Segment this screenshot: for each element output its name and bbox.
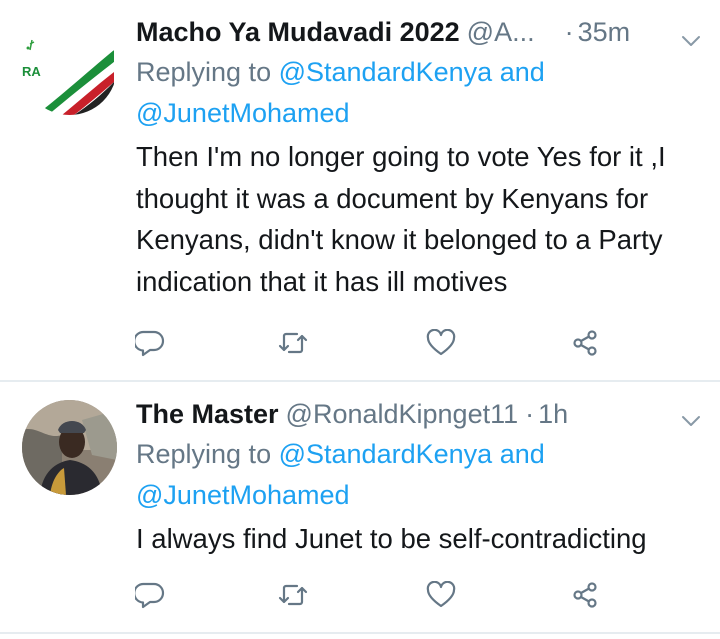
replying-to-label: Replying to: [136, 57, 272, 87]
share-icon[interactable]: [568, 578, 602, 612]
tweet[interactable]: The Master @RonaldKipnget11 · 1h Replyin…: [0, 382, 720, 632]
mention-link[interactable]: @JunetMohamed: [136, 480, 350, 510]
mention-link[interactable]: @StandardKenya: [279, 439, 493, 469]
tweet-text: I always find Junet to be self-contradic…: [136, 523, 647, 554]
retweet-icon[interactable]: [276, 578, 310, 612]
tweet-header: Macho Ya Mudavadi 2022 @A... · 35m: [136, 12, 706, 52]
timestamp[interactable]: 1h: [538, 394, 568, 434]
timestamp[interactable]: 35m: [578, 12, 631, 52]
chevron-down-icon[interactable]: [680, 30, 702, 52]
reply-icon[interactable]: [133, 326, 167, 360]
chevron-down-icon[interactable]: [680, 410, 702, 432]
svg-text:RA: RA: [22, 64, 41, 79]
display-name[interactable]: Macho Ya Mudavadi 2022: [136, 12, 460, 52]
tweet[interactable]: RA Macho Ya Mudavadi 2022 @A... · 35m Re…: [0, 0, 720, 380]
like-icon[interactable]: [424, 578, 458, 612]
tweet-actions: [0, 578, 720, 618]
reply-icon[interactable]: [133, 578, 167, 612]
avatar[interactable]: RA: [22, 20, 117, 115]
tweet-header: The Master @RonaldKipnget11 · 1h: [136, 394, 706, 434]
avatar[interactable]: [22, 400, 117, 495]
share-icon[interactable]: [568, 326, 602, 360]
replying-to-label: Replying to: [136, 439, 272, 469]
tweet-text: Then I'm no longer going to vote Yes for…: [136, 141, 666, 297]
user-handle[interactable]: @RonaldKipnget11: [286, 394, 519, 434]
retweet-icon[interactable]: [276, 326, 310, 360]
mention-link[interactable]: @StandardKenya: [279, 57, 493, 87]
separator-dot: ·: [564, 17, 574, 47]
user-handle[interactable]: @A...: [467, 12, 535, 52]
display-name[interactable]: The Master: [136, 394, 279, 434]
party-logo-icon: RA: [22, 20, 117, 115]
user-photo-icon: [22, 400, 117, 495]
mention-link[interactable]: @JunetMohamed: [136, 98, 350, 128]
replying-to: Replying to @StandardKenya and @JunetMoh…: [136, 52, 706, 134]
tweet-actions: [0, 326, 720, 366]
divider: [0, 632, 720, 634]
mention-and: and: [499, 57, 545, 87]
mention-and: and: [499, 439, 545, 469]
separator-dot: ·: [525, 399, 535, 429]
replying-to: Replying to @StandardKenya and @JunetMoh…: [136, 434, 706, 516]
like-icon[interactable]: [424, 326, 458, 360]
